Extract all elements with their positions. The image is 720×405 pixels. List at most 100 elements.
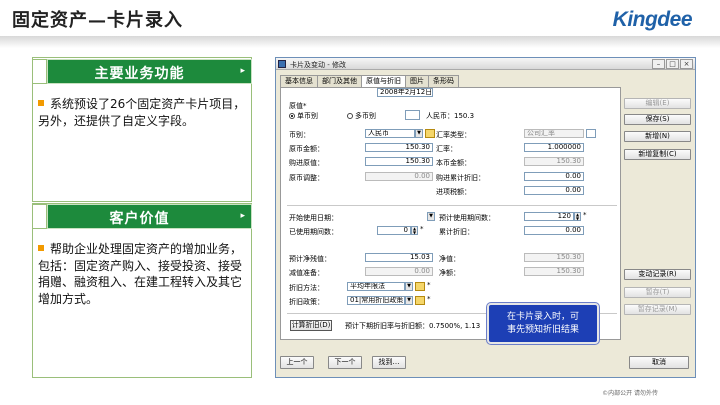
impairment-field: 0.00 <box>365 267 433 276</box>
slide: 固定资产—卡片录入 Kingdee 主要业务功能 ▸ 系统预设了26个固定资产卡… <box>0 0 720 405</box>
change-record-button[interactable]: 变动记录(R) <box>624 269 691 280</box>
value-heading-label: 客户价值 <box>109 211 170 227</box>
accum-dep-field[interactable]: 0.00 <box>524 226 584 235</box>
close-icon[interactable]: × <box>680 59 693 69</box>
radio-empty-icon <box>347 113 353 119</box>
used-period-label: 已使用期间数： <box>289 228 338 236</box>
dep-policy-select[interactable]: 01|常用折旧政策 <box>347 296 405 305</box>
folder-icon[interactable] <box>415 296 425 305</box>
required-marker: * <box>420 225 424 233</box>
value-panel-tab <box>32 204 47 229</box>
dep-method-select[interactable]: 平均年限法 <box>347 282 405 291</box>
radio-selected-icon <box>289 113 295 119</box>
new-copy-button[interactable]: 新增复制(C) <box>624 149 691 160</box>
callout-line-2: 事先预知折旧结果 <box>506 325 579 335</box>
features-heading[interactable]: 主要业务功能 ▸ <box>47 59 252 84</box>
tab-bar: 基本信息 部门及其他 原值与折旧 图片 条形码 <box>280 75 459 88</box>
rate-label: 汇率： <box>436 145 457 153</box>
callout-line-1: 在卡片录入时，可 <box>506 312 579 322</box>
arrow-right-icon: ▸ <box>240 211 245 221</box>
dep-policy-label: 折旧政策： <box>289 298 324 306</box>
next-button[interactable]: 下一个 <box>328 356 362 369</box>
multi-currency-radio[interactable]: 多币别 <box>347 111 376 121</box>
app-icon <box>278 60 286 68</box>
purchase-accum-dep-field[interactable]: 0.00 <box>524 172 584 181</box>
import-tax-label: 进项税额： <box>436 188 471 196</box>
est-period-label: 预计使用期间数： <box>439 214 495 222</box>
rmb-display: 人民币：150.3 <box>426 112 475 120</box>
tab-barcode[interactable]: 条形码 <box>428 75 459 87</box>
local-amount-label: 本币金额： <box>436 159 471 167</box>
folder-icon[interactable] <box>415 282 425 291</box>
calculate-depreciation-button[interactable]: 计算折旧(D) <box>290 320 332 331</box>
tab-basic-info[interactable]: 基本信息 <box>280 75 318 87</box>
chevron-down-icon[interactable]: ▼ <box>427 212 435 221</box>
chevron-down-icon[interactable]: ▼ <box>405 282 413 291</box>
cancel-button[interactable]: 取消 <box>629 356 689 369</box>
dialog-titlebar[interactable]: 卡片及变动 - 修改 – □ × <box>276 58 695 70</box>
accum-dep-label: 累计折旧： <box>439 228 474 236</box>
rate-type-field[interactable]: 公司汇率 <box>524 129 584 138</box>
card-dialog: 卡片及变动 - 修改 – □ × 基本信息 部门及其他 原值与折旧 图片 条形码… <box>275 57 696 378</box>
arrow-right-icon: ▸ <box>240 66 245 76</box>
est-residual-field[interactable]: 15.03 <box>365 253 433 262</box>
local-amount-field: 150.30 <box>524 157 584 166</box>
minimize-icon[interactable]: – <box>652 59 665 69</box>
est-period-field[interactable]: 120 <box>524 212 574 221</box>
previous-button[interactable]: 上一个 <box>280 356 314 369</box>
start-date-label: 开始使用日期： <box>289 214 338 222</box>
save-button[interactable]: 保存(S) <box>624 114 691 125</box>
features-panel-tab <box>32 59 47 84</box>
find-button[interactable]: 找到… <box>372 356 406 369</box>
bullet-icon <box>38 245 44 251</box>
net-amount-field: 150.30 <box>524 267 584 276</box>
import-tax-field[interactable]: 0.00 <box>524 186 584 195</box>
orig-amount-label: 原币金额： <box>289 145 324 153</box>
next-period-depreciation: 预计下期折旧率与折旧额：0.7500%, 1.13 <box>345 322 481 330</box>
rate-type-label: 汇率类型： <box>436 131 471 139</box>
slide-title: 固定资产—卡片录入 <box>12 10 183 31</box>
purchase-value-field[interactable]: 150.30 <box>365 157 433 166</box>
start-date-field[interactable]: 2008年2月12日 <box>377 88 433 97</box>
tab-department[interactable]: 部门及其他 <box>317 75 362 87</box>
orig-adjust-label: 原币调整： <box>289 174 324 182</box>
purchase-value-label: 购进原值： <box>289 159 324 167</box>
required-marker: * <box>583 211 587 219</box>
est-residual-label: 预计净残值： <box>289 255 331 263</box>
currency-select[interactable]: 人民币 <box>365 129 415 138</box>
edit-button[interactable]: 编辑(E) <box>624 98 691 109</box>
features-text-content: 系统预设了26个固定资产卡片项目，另外，还提供了自定义字段。 <box>38 97 246 128</box>
impairment-label: 减值准备： <box>289 269 324 277</box>
required-marker: * <box>427 281 431 289</box>
temp-record-button[interactable]: 暂存记录(M) <box>624 304 691 315</box>
value-heading[interactable]: 客户价值 ▸ <box>47 204 252 229</box>
used-period-field[interactable]: 0 <box>377 226 411 235</box>
features-text: 系统预设了26个固定资产卡片项目，另外，还提供了自定义字段。 <box>38 96 248 129</box>
currency-picker-button[interactable] <box>405 110 420 120</box>
stepper-icon[interactable]: ▲ ▼ <box>574 212 581 221</box>
tab-picture[interactable]: 图片 <box>405 75 429 87</box>
single-currency-radio[interactable]: 单币别 <box>289 111 318 121</box>
rate-type-picker[interactable] <box>586 129 596 138</box>
footer-note: ©内部公开 请勿外传 <box>602 390 658 397</box>
currency-label: 币别： <box>289 131 310 139</box>
net-amount-label: 净额： <box>439 269 460 277</box>
chevron-down-icon[interactable]: ▼ <box>415 129 423 138</box>
new-button[interactable]: 新增(N) <box>624 131 691 142</box>
stepper-icon[interactable]: ▲ ▼ <box>411 226 418 235</box>
value-text-content: 帮助企业处理固定资产的增加业务，包括：固定资产购入、接受投资、接受捐赠、融资租入… <box>38 242 243 306</box>
orig-amount-field[interactable]: 150.30 <box>365 143 433 152</box>
required-marker: * <box>427 295 431 303</box>
chevron-down-icon[interactable]: ▼ <box>405 296 413 305</box>
folder-icon[interactable] <box>425 129 435 138</box>
kingdee-logo: Kingdee <box>612 8 693 31</box>
rate-field[interactable]: 1.000000 <box>524 143 584 152</box>
features-heading-label: 主要业务功能 <box>94 66 185 82</box>
temp-save-button[interactable]: 暂存(T) <box>624 287 691 298</box>
net-value-label: 净值： <box>439 255 460 263</box>
divider <box>287 205 617 206</box>
callout-note: 在卡片录入时，可 事先预知折旧结果 <box>487 303 599 344</box>
maximize-icon[interactable]: □ <box>666 59 679 69</box>
orig-adjust-field: 0.00 <box>365 172 433 181</box>
title-divider <box>0 36 720 48</box>
